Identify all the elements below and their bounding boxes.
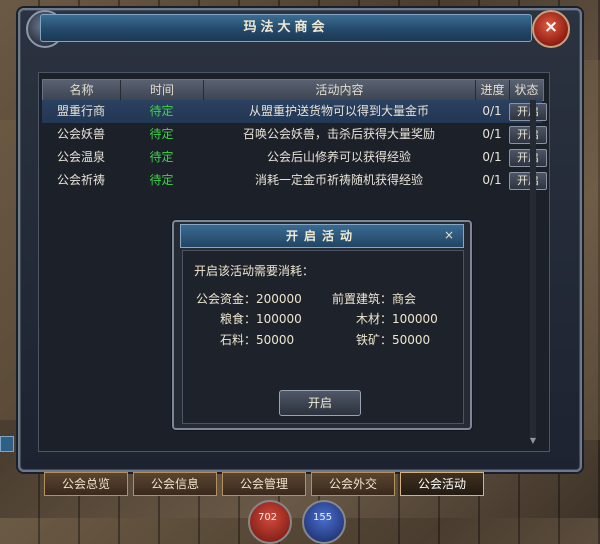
cost-food: 粮食：100000	[220, 312, 302, 326]
activity-progress: 0/1	[482, 173, 502, 187]
activity-time: 待定	[149, 104, 174, 118]
window-title: 玛法大商会	[40, 14, 532, 42]
table-header: 名称 时间 活动内容 进度 状态	[42, 79, 544, 101]
header-status: 状态	[514, 83, 539, 97]
side-menu-icon[interactable]	[0, 436, 14, 452]
cost-prompt: 开启该活动需要消耗：	[194, 264, 315, 278]
activity-time: 待定	[149, 173, 174, 187]
tab-info[interactable]: 公会信息	[133, 472, 217, 496]
scrollbar[interactable]	[530, 100, 536, 440]
cost-building: 前置建筑：商会	[332, 292, 417, 306]
header-progress: 进度	[476, 80, 510, 100]
activity-time: 待定	[149, 127, 174, 141]
activity-name: 盟重行商	[56, 104, 105, 118]
activity-name: 公会温泉	[56, 150, 105, 164]
activity-name: 公会祈祷	[56, 173, 105, 187]
open-activity-button[interactable]: 开启	[509, 149, 547, 167]
open-activity-button[interactable]: 开启	[509, 103, 547, 121]
activity-progress: 0/1	[482, 150, 502, 164]
confirm-open-button[interactable]: 开启	[279, 390, 361, 416]
header-name: 名称	[43, 80, 121, 100]
dialog-title: 开启活动	[180, 224, 464, 248]
guild-tabs: 公会总览 公会信息 公会管理 公会外交 公会活动	[44, 472, 484, 496]
row-open-cell: 开启	[509, 100, 547, 123]
open-activity-button[interactable]: 开启	[509, 126, 547, 144]
activity-desc: 召唤公会妖兽，击杀后获得大量奖励	[242, 127, 435, 141]
open-activity-button[interactable]: 开启	[509, 172, 547, 190]
row-open-cell: 开启	[509, 123, 547, 146]
cost-iron: 铁矿：50000	[356, 333, 431, 347]
table-row[interactable]: 公会温泉 待定 公会后山修养可以获得经验 0/1 开启	[42, 146, 547, 169]
activity-progress: 0/1	[482, 127, 502, 141]
activity-desc: 从盟重护送货物可以得到大量金币	[248, 104, 429, 118]
close-icon: ×	[543, 17, 559, 37]
activity-name: 公会妖兽	[56, 127, 105, 141]
tab-activities[interactable]: 公会活动	[400, 472, 484, 496]
activity-desc: 消耗一定金币祈祷随机获得经验	[254, 173, 423, 187]
tab-overview[interactable]: 公会总览	[44, 472, 128, 496]
cost-stone: 石料：50000	[220, 333, 295, 347]
activity-progress: 0/1	[482, 104, 502, 118]
table-row[interactable]: 公会妖兽 待定 召唤公会妖兽，击杀后获得大量奖励 0/1 开启	[42, 123, 547, 146]
header-time: 时间	[121, 80, 204, 100]
activity-desc: 公会后山修养可以获得经验	[266, 150, 411, 164]
table-row[interactable]: 公会祈祷 待定 消耗一定金币祈祷随机获得经验 0/1 开启	[42, 169, 547, 192]
activity-time: 待定	[149, 150, 174, 164]
cost-wood: 木材：100000	[356, 312, 438, 326]
scroll-down-icon[interactable]: ▼	[527, 436, 539, 446]
activity-list: 盟重行商 待定 从盟重护送货物可以得到大量金币 0/1 开启 公会妖兽 待定 召…	[42, 100, 547, 192]
tab-diplomacy[interactable]: 公会外交	[311, 472, 395, 496]
table-row[interactable]: 盟重行商 待定 从盟重护送货物可以得到大量金币 0/1 开启	[42, 100, 547, 123]
tab-management[interactable]: 公会管理	[222, 472, 306, 496]
close-button[interactable]: ×	[532, 10, 570, 48]
dialog-close-icon[interactable]: ×	[440, 224, 458, 246]
header-content: 活动内容	[204, 80, 476, 100]
row-open-cell: 开启	[509, 146, 547, 169]
row-open-cell: 开启	[509, 169, 547, 192]
cost-fund: 公会资金：200000	[196, 292, 302, 306]
